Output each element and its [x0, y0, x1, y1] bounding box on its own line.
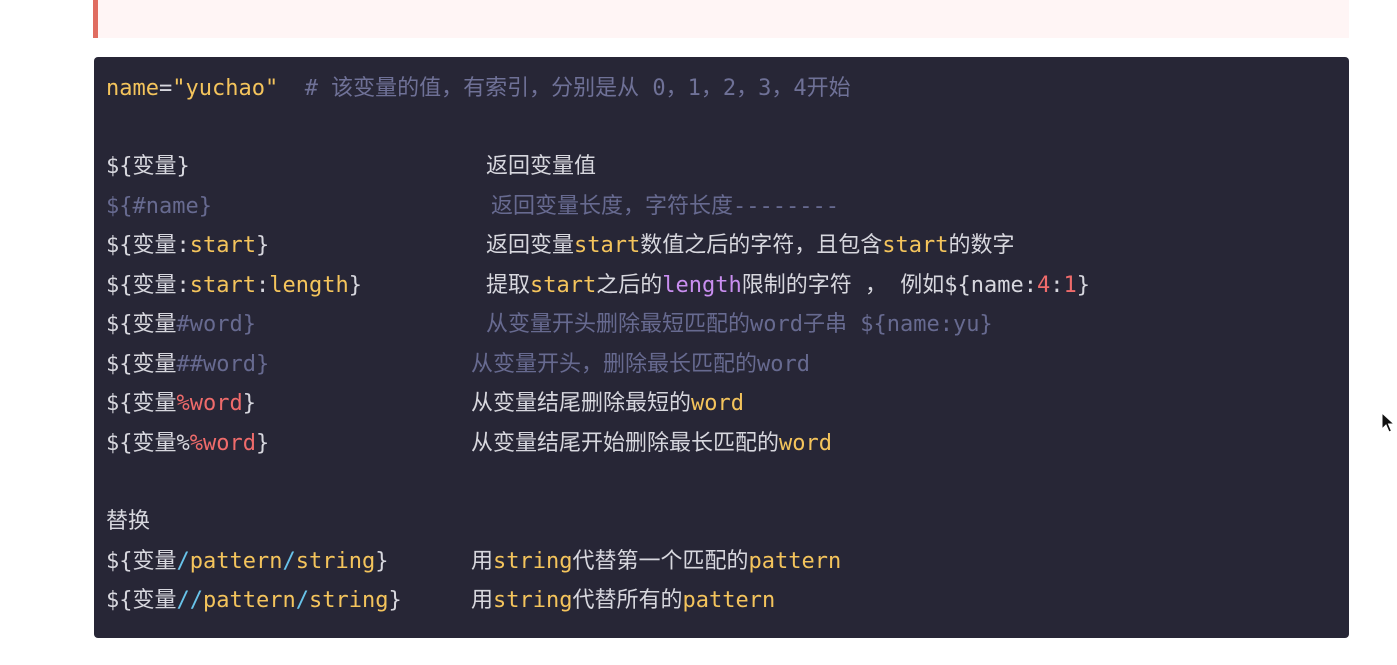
code-desc-percent-word: 从变量结尾删除最短的word: [471, 391, 744, 416]
code-line-start-length: ${变量:start:length}: [106, 273, 362, 298]
code-line-assignment: name="yuchao" # 该变量的值，有索引，分别是从 0，1，2，3，4…: [106, 76, 851, 101]
replace-title: 替换: [106, 509, 151, 534]
code-line-replace-first: ${变量/pattern/string}: [106, 549, 389, 574]
quote-text: 012345: [128, 0, 207, 5]
blockquote: 012345: [93, 0, 1349, 38]
code-line-double-hash-word: ${变量##word}: [106, 352, 270, 377]
code-desc-hash-word: 从变量开头删除最短匹配的word子串 ${name:yu}: [486, 312, 993, 337]
code-line-length: ${#name}: [106, 194, 212, 219]
code-desc-double-hash-word: 从变量开头，删除最长匹配的word: [471, 352, 810, 377]
code-line-var: ${变量}: [106, 154, 190, 179]
code-desc-replace-first: 用string代替第一个匹配的pattern: [471, 549, 842, 574]
code-line-replace-all: ${变量//pattern/string}: [106, 588, 402, 613]
code-desc-length: 返回变量长度，字符长度--------: [491, 194, 839, 219]
code-desc-replace-all: 用string代替所有的pattern: [471, 588, 776, 613]
code-line-double-percent-word: ${变量%%word}: [106, 431, 270, 456]
code-line-percent-word: ${变量%word}: [106, 391, 256, 416]
code-desc-start: 返回变量start数值之后的字符，且包含start的数字: [486, 233, 1015, 258]
code-block: name="yuchao" # 该变量的值，有索引，分别是从 0，1，2，3，4…: [94, 57, 1349, 638]
code-line-start: ${变量:start}: [106, 233, 270, 258]
code-line-hash-word: ${变量#word}: [106, 312, 256, 337]
code-desc-start-length: 提取start之后的length限制的字符 ， 例如${name:4:1}: [486, 273, 1090, 298]
code-desc-var: 返回变量值: [486, 154, 597, 179]
code-desc-double-percent-word: 从变量结尾开始删除最长匹配的word: [471, 431, 832, 456]
mouse-pointer-icon: [1381, 412, 1395, 433]
